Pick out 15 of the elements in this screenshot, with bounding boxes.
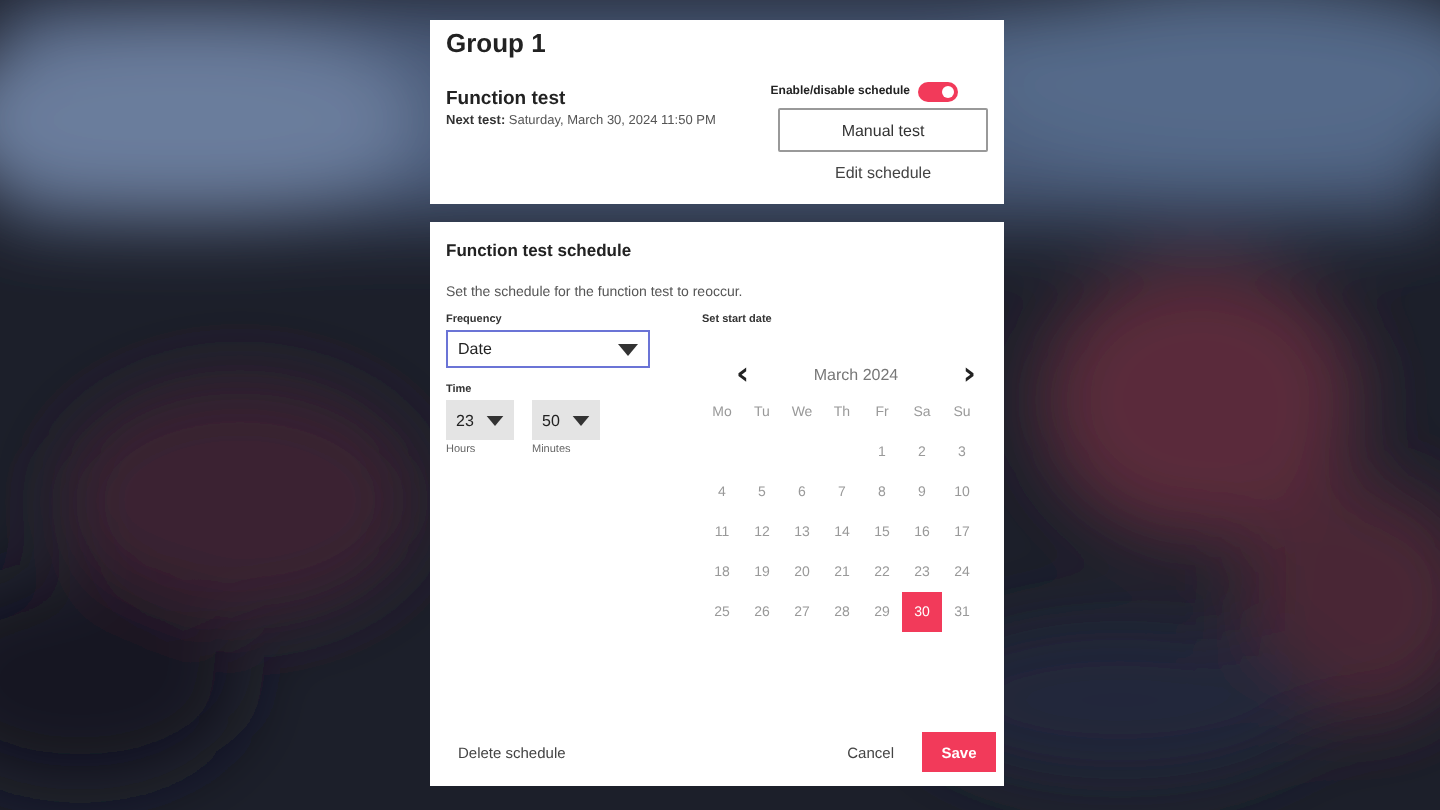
test-name: Function test	[446, 88, 568, 110]
caret-icon	[618, 343, 638, 355]
schedule-toggle[interactable]	[918, 82, 958, 102]
month-title: March 2024	[813, 365, 899, 383]
time-dropdown[interactable]: 23	[446, 400, 514, 440]
group-title: Group 1	[446, 28, 548, 58]
schedule-title: Function test schedule	[446, 240, 634, 260]
caret-icon	[572, 415, 590, 425]
time-dropdown[interactable]: 50	[532, 400, 600, 440]
edit-schedule-button[interactable]: Edit schedule	[834, 164, 932, 182]
next-month-button[interactable]: ›	[962, 360, 976, 388]
frequency-dropdown[interactable]: Date	[446, 330, 650, 368]
caret-icon	[486, 415, 504, 425]
previous-month-button[interactable]: ‹	[736, 360, 750, 388]
manual-test-button[interactable]: Manual test	[778, 108, 988, 152]
